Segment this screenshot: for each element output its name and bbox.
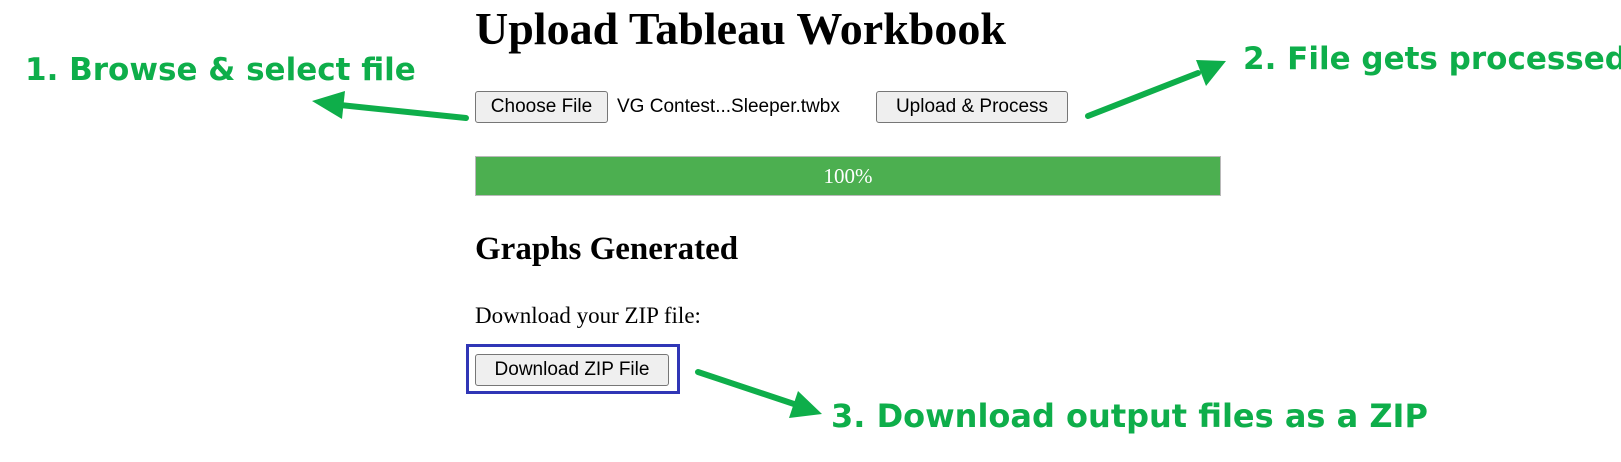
arrow-icon-3 (695, 369, 822, 418)
arrow-icon-2 (1085, 60, 1226, 119)
annotation-arrows (312, 60, 1226, 418)
arrow-icon-1 (312, 91, 469, 121)
